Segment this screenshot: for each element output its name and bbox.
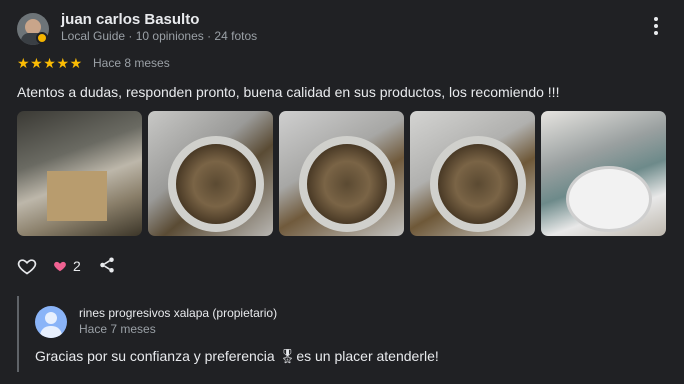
liked-heart-icon [53,259,67,273]
reply-divider [17,296,19,372]
review-text: Atentos a dudas, responden pronto, buena… [17,84,560,100]
photo-rim-shape [168,136,264,232]
owner-avatar-body [40,326,62,338]
review-time: Hace 8 meses [93,56,170,70]
review-photo-2[interactable] [148,111,273,236]
photo-box-shape [47,171,107,221]
owner-reply-time: Hace 7 meses [79,322,156,336]
more-options-icon[interactable] [648,17,664,39]
review-photo-1[interactable] [17,111,142,236]
local-guide-badge-icon [36,32,48,44]
review-photo-5[interactable] [541,111,666,236]
owner-reply-text: Gracias por su confianza y preferencia 🎖… [35,348,439,364]
share-icon[interactable] [98,256,116,274]
owner-name: rines progresivos xalapa (propietario) [79,306,278,320]
photo-tire-shape [566,166,652,232]
owner-avatar-head [45,312,57,324]
like-heart-icon[interactable] [17,256,37,276]
photo-rim-shape [430,136,526,232]
review-photo-4[interactable] [410,111,535,236]
like-count: 2 [73,258,81,274]
reviewer-name[interactable]: juan carlos Basulto [61,11,199,28]
reviewer-meta: Local Guide · 10 opiniones · 24 fotos [61,29,258,43]
rating-stars: ★★★★★ [17,55,83,71]
photo-rim-shape [299,136,395,232]
review-photo-3[interactable] [279,111,404,236]
owner-avatar [35,306,67,338]
